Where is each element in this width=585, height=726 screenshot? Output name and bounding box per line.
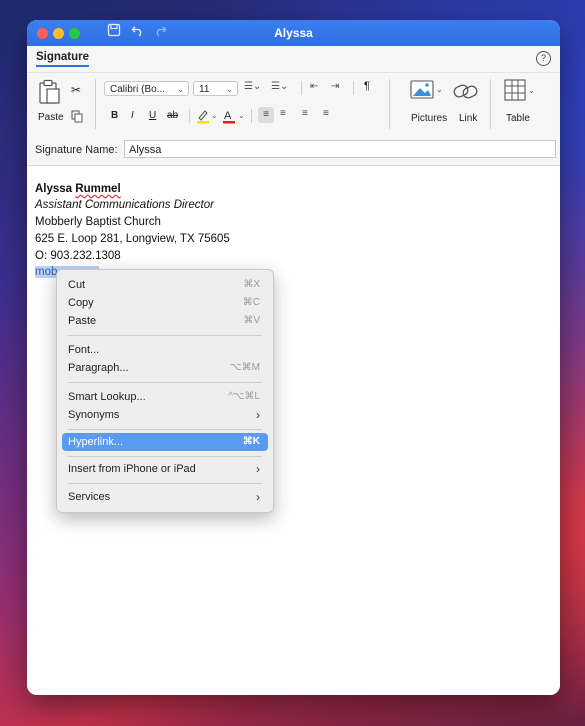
menu-separator	[68, 335, 262, 336]
chevron-right-icon: ›	[256, 462, 260, 476]
svg-text:⌄: ⌄	[211, 111, 218, 120]
menu-label: Hyperlink...	[68, 436, 124, 448]
svg-text:A: A	[224, 110, 232, 122]
svg-text:⌄: ⌄	[528, 86, 535, 95]
signature-last-name: Rummel	[75, 183, 121, 195]
signature-name-row: Signature Name: Alyssa	[27, 135, 560, 166]
align-center-icon[interactable]: ≡	[280, 108, 286, 119]
menu-shortcut: ⌘K	[242, 436, 260, 447]
menu-shortcut: ^⌥⌘L	[228, 391, 260, 402]
menu-separator	[68, 483, 262, 484]
paste-button[interactable]: Paste	[38, 112, 64, 123]
font-size-dropdown[interactable]: 11 ⌄	[193, 81, 238, 96]
menu-label: Font...	[68, 344, 100, 356]
ribbon-separator	[301, 81, 302, 95]
signature-phone-line: O: 903.232.1308	[35, 250, 121, 262]
signature-name-line: Alyssa Rummel	[35, 183, 121, 195]
menu-item-smart-lookup[interactable]: Smart Lookup... ^⌥⌘L	[62, 388, 268, 406]
menu-label: Copy	[68, 297, 94, 309]
bullets-icon[interactable]: ☰⌄	[244, 81, 261, 92]
signature-address-line: 625 E. Loop 281, Longview, TX 75605	[35, 233, 230, 245]
paste-icon[interactable]	[38, 79, 62, 108]
menu-item-synonyms[interactable]: Synonyms ›	[62, 406, 268, 424]
numbering-icon[interactable]: ☰⌄	[271, 81, 288, 92]
copy-icon[interactable]	[71, 110, 83, 126]
menu-label: Paste	[68, 315, 97, 327]
underline-button[interactable]: U	[149, 110, 156, 121]
italic-button[interactable]: I	[131, 110, 134, 121]
menu-shortcut: ⌘V	[243, 315, 260, 326]
menu-item-paragraph[interactable]: Paragraph... ⌥⌘M	[62, 359, 268, 377]
menu-separator	[68, 382, 262, 383]
font-color-icon[interactable]: A ⌄	[222, 108, 246, 127]
font-size-value: 11	[199, 84, 210, 95]
link-fragment: mob	[35, 266, 58, 278]
cut-icon[interactable]: ✂	[71, 83, 81, 97]
ribbon-separator	[490, 79, 491, 129]
menu-label: Synonyms	[68, 409, 120, 421]
bold-button[interactable]: B	[111, 110, 118, 121]
menu-item-font[interactable]: Font...	[62, 341, 268, 359]
svg-text:⌄: ⌄	[238, 111, 245, 120]
window-title: Alyssa	[274, 26, 313, 40]
menu-label: Cut	[68, 279, 86, 291]
pilcrow-icon[interactable]: ¶	[364, 80, 370, 92]
signature-first-name: Alyssa	[35, 183, 76, 195]
chevron-right-icon: ›	[256, 408, 260, 422]
menu-shortcut: ⌘X	[243, 279, 260, 290]
menu-item-copy[interactable]: Copy ⌘C	[62, 294, 268, 312]
menu-item-insert-from-iphone[interactable]: Insert from iPhone or iPad ›	[62, 460, 268, 478]
menu-shortcut: ⌥⌘M	[230, 362, 260, 373]
pictures-icon[interactable]: ⌄	[410, 79, 444, 104]
decrease-indent-icon[interactable]: ⇤	[310, 81, 318, 92]
menu-item-paste[interactable]: Paste ⌘V	[62, 312, 268, 330]
ribbon-separator	[353, 81, 354, 95]
menu-shortcut: ⌘C	[242, 297, 260, 308]
menu-label: Insert from iPhone or iPad	[68, 463, 196, 475]
ribbon-separator	[95, 79, 96, 129]
menu-item-services[interactable]: Services ›	[62, 488, 268, 506]
menu-label: Paragraph...	[68, 362, 129, 374]
font-name-value: Calibri (Bo...	[110, 84, 166, 95]
strikethrough-button[interactable]: ab	[167, 110, 178, 121]
menu-separator	[68, 429, 262, 430]
signature-name-input[interactable]: Alyssa	[124, 140, 556, 158]
signature-title-line: Assistant Communications Director	[35, 199, 214, 211]
align-left-icon[interactable]: ≡	[258, 107, 274, 123]
context-menu: Cut ⌘X Copy ⌘C Paste ⌘V Font... Paragrap…	[56, 269, 274, 513]
signature-org-line: Mobberly Baptist Church	[35, 216, 161, 228]
table-icon[interactable]: ⌄	[504, 79, 536, 106]
ribbon-toolbar: Paste ✂ Calibri (Bo... ⌄ 11 ⌄ ☰⌄ ☰⌄ ⇤ ⇥ …	[27, 72, 560, 136]
menu-label: Services	[68, 491, 111, 503]
title-bar: Alyssa	[27, 20, 560, 46]
ribbon-separator	[189, 109, 190, 123]
chevron-right-icon: ›	[256, 490, 260, 504]
table-button[interactable]: Table	[506, 113, 530, 124]
link-icon[interactable]	[452, 81, 480, 104]
menu-label: Smart Lookup...	[68, 391, 146, 403]
pictures-button[interactable]: Pictures	[411, 113, 447, 124]
menu-item-cut[interactable]: Cut ⌘X	[62, 276, 268, 294]
signature-name-label: Signature Name:	[35, 144, 118, 156]
ribbon-separator	[389, 79, 390, 129]
link-button[interactable]: Link	[459, 113, 477, 124]
highlight-icon[interactable]: ⌄	[196, 108, 218, 127]
ribbon-separator	[251, 109, 252, 123]
font-name-dropdown[interactable]: Calibri (Bo... ⌄	[104, 81, 189, 96]
justify-icon[interactable]: ≡	[323, 108, 329, 119]
increase-indent-icon[interactable]: ⇥	[331, 81, 339, 92]
ribbon-tab-row: Signature ?	[27, 46, 560, 72]
chevron-down-icon: ⌄	[226, 85, 233, 94]
chevron-down-icon: ⌄	[177, 85, 184, 94]
tab-signature[interactable]: Signature	[36, 51, 90, 67]
menu-separator	[68, 456, 262, 457]
align-right-icon[interactable]: ≡	[302, 108, 308, 119]
svg-text:⌄: ⌄	[436, 85, 443, 94]
menu-item-hyperlink[interactable]: Hyperlink... ⌘K	[62, 433, 268, 451]
help-icon[interactable]: ?	[536, 51, 551, 66]
